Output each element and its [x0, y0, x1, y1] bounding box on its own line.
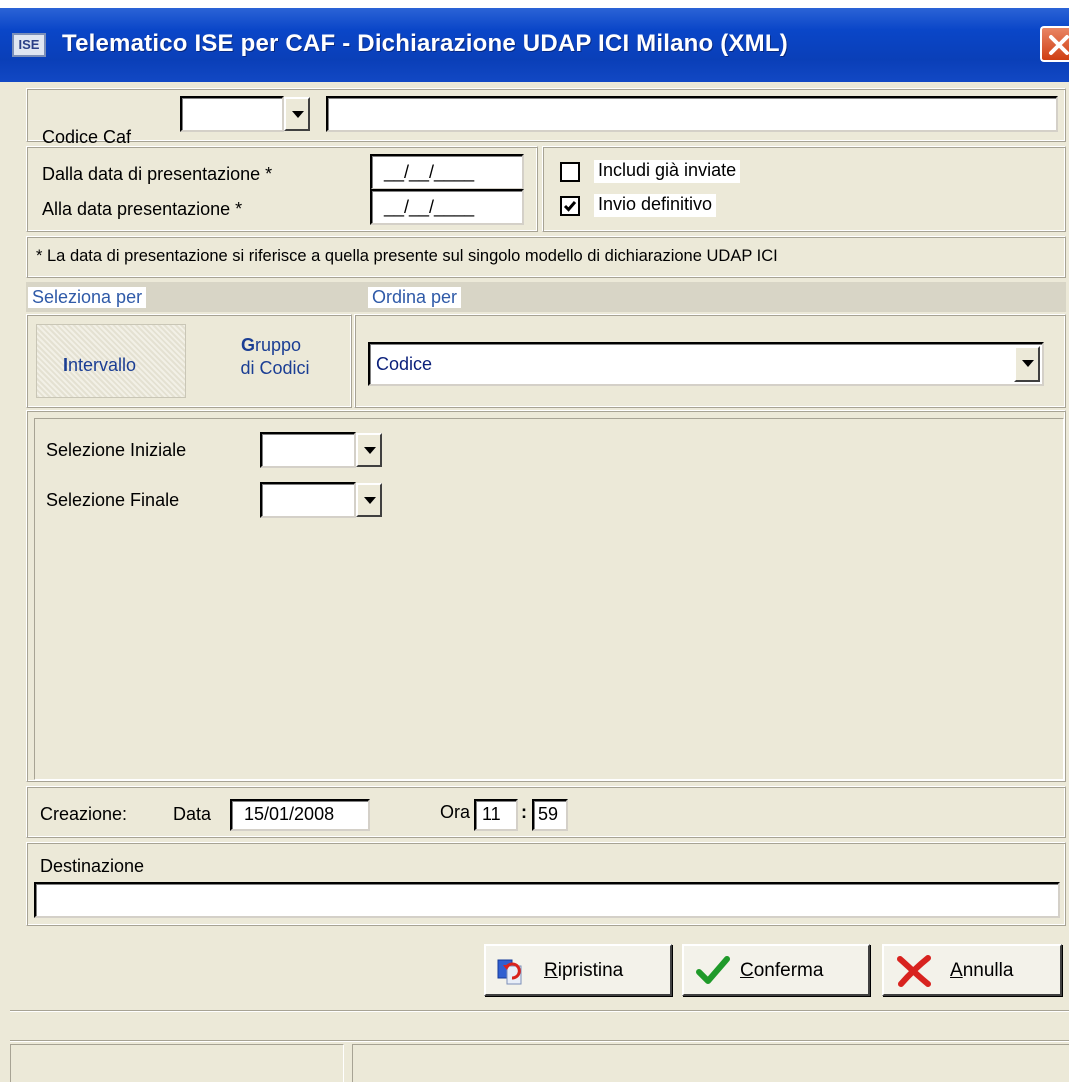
creation-hour-field[interactable]: 11	[474, 799, 518, 831]
destination-field[interactable]	[34, 882, 1060, 918]
include-sent-label: Includi già inviate	[594, 160, 741, 183]
chevron-down-icon	[292, 111, 304, 118]
creation-label: Creazione:	[40, 804, 128, 824]
from-date-value: __/__/____	[384, 162, 475, 182]
order-by-dropdown-button[interactable]	[1014, 346, 1040, 382]
creation-hour-value: 11	[482, 804, 501, 824]
select-by-header: Seleziona per	[28, 287, 147, 308]
initial-selection-combo[interactable]	[260, 432, 356, 468]
app-icon: ISE	[12, 33, 46, 57]
status-separator	[10, 1040, 1069, 1042]
close-icon	[1049, 35, 1069, 55]
initial-selection-label: Selezione Iniziale	[46, 440, 187, 460]
tab-interval-label: Intervallo	[63, 355, 137, 375]
creation-date-field[interactable]: 15/01/2008	[230, 799, 370, 831]
window-title: Telematico ISE per CAF - Dichiarazione U…	[62, 30, 788, 57]
selection-inner	[34, 418, 1064, 780]
final-selection-combo[interactable]	[260, 482, 356, 518]
chevron-down-icon	[1022, 360, 1034, 367]
confirm-button[interactable]: Conferma	[682, 944, 870, 996]
definitive-checkbox[interactable]	[560, 196, 580, 216]
chevron-down-icon	[364, 497, 376, 504]
creation-time-label: Ora	[440, 802, 471, 822]
x-icon	[897, 955, 931, 987]
headers-strip	[26, 282, 1066, 312]
chevron-down-icon	[364, 447, 376, 454]
destination-label: Destinazione	[40, 856, 145, 876]
cancel-button-label: Annulla	[950, 960, 1014, 981]
options-panel	[542, 146, 1066, 232]
tab-interval[interactable]: Intervallo	[36, 324, 186, 398]
initial-selection-dropdown-button[interactable]	[356, 433, 382, 467]
order-by-combo[interactable]: Codice	[368, 342, 1044, 386]
final-selection-dropdown-button[interactable]	[356, 483, 382, 517]
confirm-button-label: Conferma	[740, 960, 824, 981]
tab-group-line2: di Codici	[240, 358, 310, 378]
status-divider	[10, 1010, 1069, 1012]
creation-date-value: 15/01/2008	[244, 804, 335, 824]
creation-date-label: Data	[173, 804, 212, 824]
to-date-label: Alla data presentazione *	[42, 199, 243, 219]
final-selection-label: Selezione Finale	[46, 490, 180, 510]
to-date-field[interactable]: __/__/____	[370, 189, 524, 225]
from-date-field[interactable]: __/__/____	[370, 154, 524, 190]
order-by-value: Codice	[376, 354, 433, 374]
time-separator: :	[521, 802, 527, 822]
caf-code-dropdown-button[interactable]	[284, 97, 310, 131]
reset-button[interactable]: Ripristina	[484, 944, 672, 996]
check-icon	[563, 201, 577, 212]
creation-minute-field[interactable]: 59	[532, 799, 568, 831]
cancel-button[interactable]: Annulla	[882, 944, 1062, 996]
close-button[interactable]	[1040, 26, 1069, 62]
creation-minute-value: 59	[538, 804, 559, 824]
restore-icon	[497, 959, 522, 985]
to-date-value: __/__/____	[384, 197, 475, 217]
caf-code-combo[interactable]	[180, 96, 284, 132]
status-pane-left	[10, 1044, 344, 1082]
caf-label: Codice Caf	[42, 127, 132, 147]
caf-description-field[interactable]	[326, 96, 1058, 132]
reset-button-label: Ripristina	[544, 960, 624, 981]
order-by-header: Ordina per	[368, 287, 462, 308]
tab-code-group[interactable]: Gruppo di Codici	[196, 326, 346, 396]
checkmark-icon	[696, 956, 730, 984]
from-date-label: Dalla data di presentazione *	[42, 164, 273, 184]
status-pane-right	[352, 1044, 1069, 1082]
definitive-label: Invio definitivo	[594, 194, 717, 217]
include-sent-checkbox[interactable]	[560, 162, 580, 182]
date-note: * La data di presentazione si riferisce …	[36, 247, 778, 265]
tab-group-line1: Gruppo	[240, 335, 302, 355]
